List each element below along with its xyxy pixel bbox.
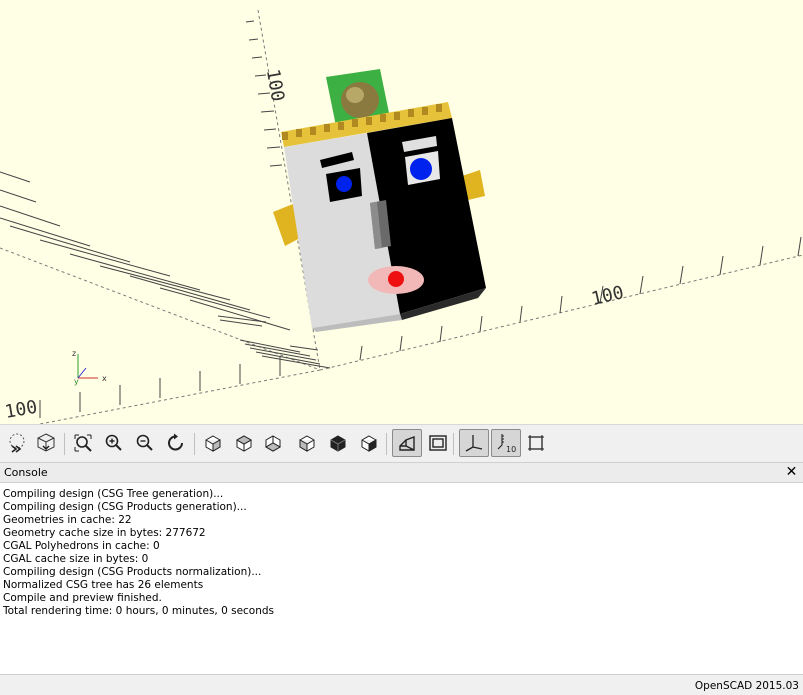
status-bar: OpenSCAD 2015.03 [0,675,803,695]
console-header: Console ✕ [0,462,803,483]
axis-label-y-top: 100 [262,67,288,103]
axes-widget: z y x [72,349,107,386]
console-line: Geometry cache size in bytes: 277672 [3,527,206,539]
svg-text:y: y [74,377,79,386]
zoom-in-icon [105,434,122,451]
view-all-icon [74,434,92,452]
orthogonal-button[interactable] [425,430,451,456]
show-edges-button[interactable] [523,430,549,456]
show-edges-icon [528,435,544,451]
console-line: Compile and preview finished. [3,592,162,604]
perspective-icon [399,435,415,451]
zoom-out-button[interactable] [132,430,158,456]
reset-view-icon [168,433,183,451]
reset-view-button[interactable] [163,430,189,456]
toolbar-separator [453,433,454,455]
view-all-button[interactable] [70,430,96,456]
view-bottom-button[interactable] [260,430,286,456]
zoom-in-button[interactable] [101,430,127,456]
3d-viewport[interactable]: 100 100 100 z y x [0,0,803,424]
console-output[interactable]: Compiling design (CSG Tree generation)..… [0,483,803,675]
console-line: CGAL cache size in bytes: 0 [3,553,149,565]
console-line: CGAL Polyhedrons in cache: 0 [3,540,160,552]
view-front-icon [330,435,346,452]
show-axes-button[interactable] [459,429,489,457]
console-line: Geometries in cache: 22 [3,514,132,526]
view-back-icon [361,435,377,452]
y-neg-ticks [39,356,281,418]
console-line: Compiling design (CSG Tree generation)..… [3,488,224,500]
view-back-button[interactable] [356,430,382,456]
view-toolbar: 10 [0,424,803,462]
console-line: Compiling design (CSG Products normaliza… [3,566,262,578]
console-close-button[interactable]: ✕ [784,464,799,481]
console-line: Normalized CSG tree has 26 elements [3,579,204,591]
view-bottom-icon [264,435,282,452]
view-top-icon [235,435,253,452]
svg-text:x: x [102,374,107,383]
toolbar-separator [64,433,65,455]
svg-text:z: z [72,349,76,358]
viewport-scene: 100 100 100 z y x [0,9,803,424]
show-scale-button[interactable]: 10 [491,429,521,457]
preview-button[interactable] [4,430,30,456]
perspective-button[interactable] [392,429,422,457]
view-left-icon [299,435,315,452]
console-line: Total rendering time: 0 hours, 0 minutes… [3,605,275,617]
view-top-button[interactable] [231,430,257,456]
preview-icon [9,433,25,453]
render-icon [37,433,55,452]
left-eye [336,176,352,192]
toolbar-separator [386,433,387,455]
view-right-icon [205,435,221,452]
x-neg-ticks [0,171,331,369]
axis-label-y-bottom: 100 [3,397,39,423]
render-button[interactable] [33,430,59,456]
view-right-button[interactable] [200,430,226,456]
close-icon: ✕ [785,464,798,480]
zoom-out-icon [136,434,153,451]
view-front-button[interactable] [325,430,351,456]
svg-text:10: 10 [506,445,516,454]
console-title: Console [4,466,48,479]
axis-label-x-right: 100 [589,282,625,310]
orthogonal-icon [429,435,447,451]
version-label: OpenSCAD 2015.03 [694,680,799,692]
toolbar-separator [194,433,195,455]
face-model [273,69,486,332]
show-axes-icon [465,435,483,452]
mouth-dot [388,271,404,287]
view-left-button[interactable] [294,430,320,456]
right-eye [410,158,432,180]
console-line: Compiling design (CSG Products generatio… [3,501,247,513]
show-scale-icon: 10 [497,434,516,454]
